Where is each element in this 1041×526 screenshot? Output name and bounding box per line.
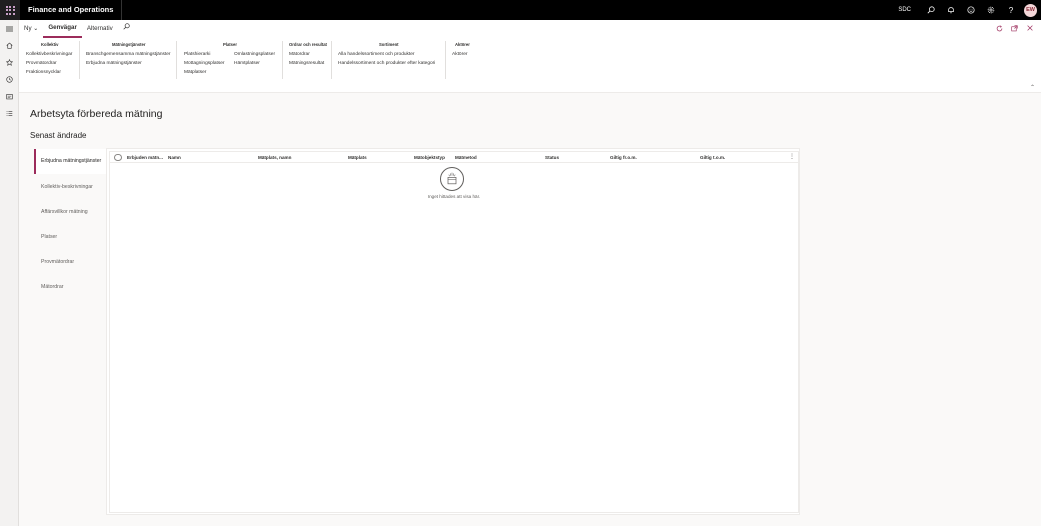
recent-icon[interactable] [0,71,19,88]
settings-icon[interactable] [981,0,1001,20]
chevron-up-icon[interactable]: ⌃ [1030,84,1035,91]
link-hamtplatser[interactable]: Hämtplatser [234,61,260,66]
tab-erbjudna-matningstjanster[interactable]: Erbjudna mätningstjänster [34,149,106,175]
refresh-icon[interactable] [992,24,1007,34]
link-alla-handelssortiment[interactable]: Alla handelssortiment och produkter [338,52,415,57]
page-title: Arbetsyta förbereda mätning [30,108,163,120]
group-title-kollektiv: Kollektiv [41,42,59,47]
tab-alternativ[interactable]: Alternativ [82,20,118,38]
grid-panel: Erbjuden mätn... Namn Mätplats, namn Mät… [106,148,800,515]
group-title-matningstjanster: Mätningstjänster [112,42,146,47]
ribbon: Kollektiv Kollektivbeskrivningar Provmät… [19,38,1041,93]
group-divider [176,41,177,79]
link-erbjudna-matningstjanster[interactable]: Erbjudna mätningstjänster [86,61,142,66]
app-title[interactable]: Finance and Operations [20,0,123,20]
group-divider [282,41,283,79]
link-mottagningsplatser[interactable]: Mottagningsplatser [184,61,225,66]
group-divider [331,41,332,79]
app-bar: Finance and Operations SDC ? EW [0,0,1041,20]
close-icon[interactable] [1022,25,1037,33]
link-provmatordrar[interactable]: Provmätordrar [26,61,57,66]
column-header-erbjuden-matning[interactable]: Erbjuden mätn... [127,152,163,163]
link-kollektivbeskrivningar[interactable]: Kollektivbeskrivningar [26,52,72,57]
column-header-giltig-tom[interactable]: Giltig t.o.m. [700,152,725,163]
data-grid: Erbjuden mätn... Namn Mätplats, namn Mät… [109,151,799,513]
link-matplatser[interactable]: Mätplatser [184,70,206,75]
grid-header: Erbjuden mätn... Namn Mätplats, namn Mät… [110,152,798,163]
action-pane: Ny ⌄ Genvägar Alternativ [19,20,1041,38]
action-search-icon[interactable] [118,20,135,38]
open-new-window-icon[interactable] [1007,24,1022,34]
tab-kollektiv-beskrivningar[interactable]: Kollektiv-beskrivningar [34,174,106,199]
tab-genvagar[interactable]: Genvägar [43,20,82,38]
link-platshierarki[interactable]: Platshierarki [184,52,210,57]
column-header-matmetod[interactable]: Mätmetod [455,152,477,163]
column-header-matplats-namn[interactable]: Mätplats, namn [258,152,291,163]
link-matningsresultat[interactable]: Mätningsresultat [289,61,324,66]
column-header-matplats[interactable]: Mätplats [348,152,367,163]
search-icon[interactable] [921,0,941,20]
link-matordrar[interactable]: Mätordrar [289,52,310,57]
avatar[interactable]: EW [1024,3,1037,17]
link-fraktionsnycklar[interactable]: Fraktionsnycklar [26,70,61,75]
group-divider [79,41,80,79]
column-header-status[interactable]: Status [545,152,559,163]
workspaces-icon[interactable] [0,88,19,105]
group-title-sortiment: Sortiment [379,42,399,47]
navigation-pane [0,20,19,526]
empty-state-text: Inget hittades att visa här. [427,194,481,199]
select-all-radio[interactable] [114,153,122,161]
column-header-giltig-from[interactable]: Giltig fr.o.m. [610,152,637,163]
tab-provmatordrar[interactable]: Provmätordrar [34,250,106,275]
tab-platser[interactable]: Platser [34,225,106,250]
more-options-icon[interactable]: ⋮ [789,152,795,163]
link-branschgemensamma[interactable]: Branschgemensamma mätningstjänster [86,52,171,57]
hamburger-icon[interactable] [0,20,19,37]
tab-affarsvillkor-matning[interactable]: Affärsvillkor mätning [34,199,106,224]
new-button[interactable]: Ny ⌄ [19,20,43,38]
feedback-icon[interactable] [961,0,981,20]
notifications-icon[interactable] [941,0,961,20]
modules-icon[interactable] [0,105,19,122]
tab-matordrar[interactable]: Mätordrar [34,275,106,300]
workspace: Arbetsyta förbereda mätning Senast ändra… [19,93,1041,526]
company-picker[interactable]: SDC [898,7,911,13]
vertical-tab-list: Erbjudna mätningstjänster Kollektiv-besk… [34,149,106,300]
group-title-aktorer: Aktörer [455,42,470,47]
home-icon[interactable] [0,37,19,54]
favorites-icon[interactable] [0,54,19,71]
chevron-down-icon: ⌄ [33,26,39,32]
link-omlastningsplatser[interactable]: Omlastningsplatser [234,52,275,57]
empty-state-icon [440,167,464,191]
section-title: Senast ändrade [30,131,87,140]
column-header-namn[interactable]: Namn [168,152,181,163]
column-header-matobjektstyp[interactable]: Mätobjektstyp [414,152,445,163]
new-button-label: Ny [24,25,32,32]
app-launcher-icon[interactable] [0,0,20,20]
help-icon[interactable]: ? [1001,0,1021,20]
link-handelssortiment-efter-kategori[interactable]: Handelssortiment och produkter efter kat… [338,61,435,66]
group-divider [445,41,446,79]
link-aktorer[interactable]: Aktörer [452,52,467,57]
group-title-platser: Platser [223,42,237,47]
group-title-ordrar-och-resultat: Ordrar och resultat [289,42,327,47]
